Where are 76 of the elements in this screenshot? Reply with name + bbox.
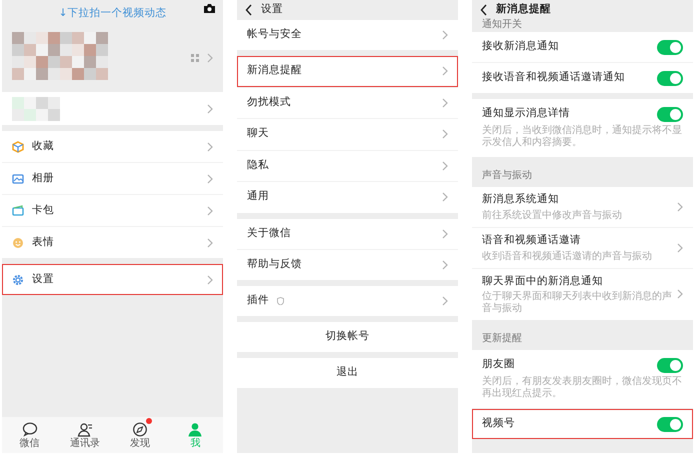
chevron-icon (442, 160, 448, 171)
tab[interactable]: 微信 (2, 417, 58, 453)
picture-frame-icon (12, 172, 24, 184)
setting-label: 语音和视频通话邀请 (482, 232, 582, 248)
settings-item[interactable]: 聊天 (237, 119, 458, 150)
chevron-icon (207, 104, 213, 114)
screen-title: 设置 (261, 2, 283, 18)
chevron-icon (442, 66, 448, 76)
chevron-icon (442, 30, 448, 40)
setting-label: 聊天界面中的新消息通知 (482, 274, 604, 288)
settings-item[interactable]: 新消息提醒 (237, 56, 458, 86)
menu-item[interactable]: 表情 (2, 227, 223, 258)
qr-code-icon (191, 54, 199, 62)
chevron-icon (207, 142, 213, 152)
chevron-icon (207, 174, 213, 184)
setting-label: 视频号 (482, 416, 516, 432)
cube-icon (12, 140, 24, 152)
chevron-icon (207, 238, 213, 248)
section-header: 声音与振动 (481, 168, 533, 183)
setting-label: 接收语音和视频通话邀请通知 (482, 70, 626, 86)
action-button[interactable]: 切换帐号 (237, 322, 458, 352)
chevron-icon (442, 260, 448, 270)
chevron-icon (442, 296, 448, 306)
settings-item[interactable]: 隐私 (237, 150, 458, 181)
section-header: 通知开关 (481, 20, 523, 32)
gear-icon (12, 274, 24, 286)
toggle-switch[interactable] (657, 40, 683, 54)
settings-item[interactable]: 勿扰模式 (237, 88, 458, 118)
menu-item[interactable]: 相册 (2, 163, 223, 194)
chat-bubble-icon (22, 422, 38, 436)
camera-icon (204, 4, 215, 13)
chevron-icon (207, 274, 213, 284)
menu-item[interactable]: 设置 (2, 264, 223, 295)
smiley-icon (12, 236, 24, 248)
menu-item[interactable]: 收藏 (2, 131, 223, 162)
contacts-icon (76, 422, 93, 436)
back-icon (245, 4, 253, 16)
toggle-switch[interactable] (657, 416, 683, 432)
setting-description: 关闭后，当收到微信消息时，通知提示将不显示发信人和内容摘要。 (482, 125, 683, 150)
chevron-icon (442, 228, 448, 238)
back-icon (480, 4, 488, 16)
setting-label: 通知显示消息详情 (482, 106, 571, 122)
person-icon (187, 422, 204, 436)
screen-title: 新消息提醒 (496, 2, 551, 18)
setting-label: 接收新消息通知 (482, 39, 560, 54)
setting-description: 关闭后，有朋友发表朋友圈时，微信发现页不再出现红点提示。 (482, 376, 683, 402)
toggle-switch[interactable] (657, 70, 683, 86)
setting-label: 新消息系统通知 (482, 192, 560, 207)
section-header: 更新提醒 (481, 332, 523, 346)
compass-icon (132, 422, 148, 436)
setting-label: 朋友圈 (482, 357, 516, 372)
toggle-switch[interactable] (657, 358, 683, 373)
chevron-icon (442, 98, 448, 108)
chevron-icon (442, 192, 448, 202)
wallet-icon (12, 204, 24, 216)
menu-item[interactable]: 卡包 (2, 195, 223, 226)
chevron-icon (677, 202, 683, 212)
chevron-icon (677, 289, 683, 300)
chevron-icon (677, 242, 683, 253)
chevron-icon (207, 206, 213, 216)
toggle-switch[interactable] (657, 106, 683, 122)
setting-description: 位于聊天界面和聊天列表中收到新消息的声音与振动 (482, 291, 673, 316)
tab[interactable]: 通讯录 (57, 417, 112, 453)
settings-item[interactable]: 帐号与安全 (237, 20, 458, 50)
action-button[interactable]: 退出 (237, 358, 458, 388)
settings-item[interactable]: 关于微信 (237, 218, 458, 248)
settings-item[interactable]: 插件 (237, 286, 458, 316)
chevron-icon (442, 129, 448, 140)
pull-down-hint: ↓下拉拍一个视频动态 (58, 6, 166, 20)
settings-item[interactable]: 帮助与反馈 (237, 250, 458, 280)
setting-description: 收到语音和视频通话邀请的声音与振动 (482, 250, 653, 262)
setting-description: 前往系统设置中修改声音与振动 (482, 210, 623, 222)
tab[interactable]: 发现 (112, 417, 168, 453)
chevron-icon (207, 53, 213, 63)
settings-item[interactable]: 通用 (237, 182, 458, 212)
blurred-content (12, 96, 60, 120)
